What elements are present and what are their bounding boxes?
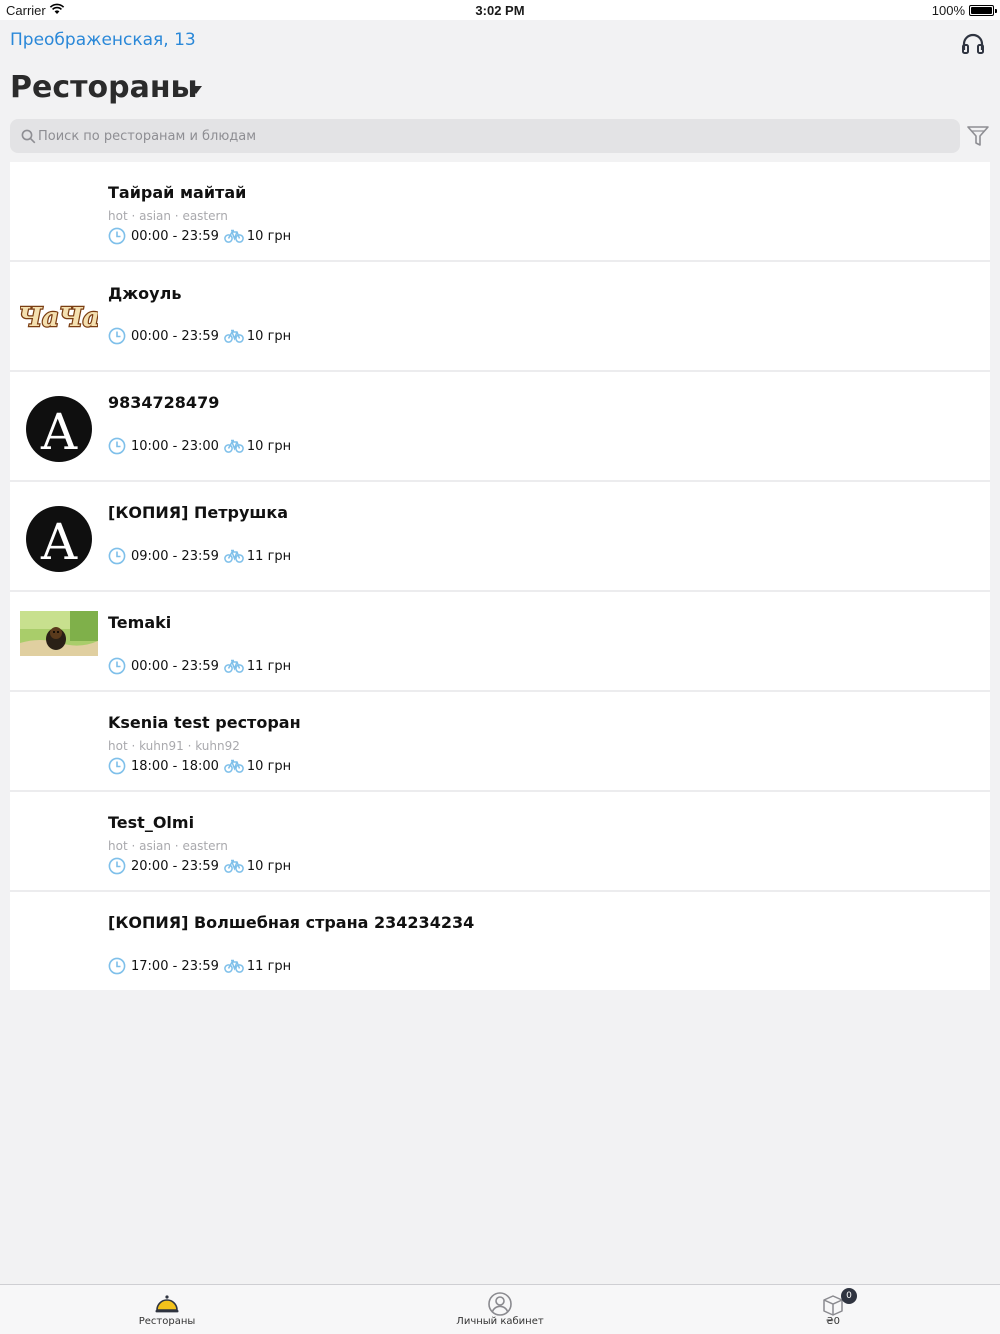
restaurant-hours: 17:00 - 23:59 xyxy=(131,958,219,974)
clock-icon xyxy=(108,757,126,775)
svg-text:A: A xyxy=(40,513,78,571)
cart-count-badge: 0 xyxy=(841,1288,857,1304)
restaurant-row[interactable]: A [КОПИЯ] Петрушка 09:00 - 23:59 11 грн xyxy=(10,482,990,592)
tab-cabinet-label: Личный кабинет xyxy=(456,1316,544,1327)
restaurant-name: [КОПИЯ] Петрушка xyxy=(108,503,289,522)
delivery-price: 10 грн xyxy=(246,328,292,344)
delivery-price: 10 грн xyxy=(246,228,292,244)
tab-cart[interactable]: 0 ₴0 xyxy=(753,1285,913,1334)
restaurant-row[interactable]: ЧаЧа Джоуль 00:00 - 23:59 10 грн xyxy=(10,262,990,372)
delivery-price: 11 грн xyxy=(246,658,292,674)
restaurant-meta: 18:00 - 18:00 10 грн xyxy=(108,757,291,775)
delivery-price: 11 грн xyxy=(246,958,292,974)
restaurant-logo: ЧаЧа xyxy=(17,296,101,338)
delivery-address-link[interactable]: Преображенская, 13 xyxy=(10,30,196,50)
restaurant-logo xyxy=(20,611,98,656)
restaurant-tags: hot · asian · eastern xyxy=(108,209,228,223)
clock-time: 3:02 PM xyxy=(475,3,525,18)
restaurant-meta: 17:00 - 23:59 11 грн xyxy=(108,957,291,975)
delivery-price: 11 грн xyxy=(246,548,292,564)
restaurant-hours: 09:00 - 23:59 xyxy=(131,548,219,564)
restaurant-name: Test_Olmi xyxy=(108,813,195,832)
restaurant-meta: 00:00 - 23:59 11 грн xyxy=(108,657,291,675)
chacha-logo: ЧаЧа xyxy=(17,302,101,335)
battery-icon xyxy=(969,5,997,16)
clock-icon xyxy=(108,227,126,245)
restaurant-name: 9834728479 xyxy=(108,393,220,412)
chevron-down-icon[interactable] xyxy=(190,86,202,94)
restaurant-name: Temaki xyxy=(108,613,172,632)
tab-bar: Рестораны Личный кабинет 0 ₴0 xyxy=(0,1284,1000,1334)
battery-percent: 100% xyxy=(931,3,965,18)
tab-cart-label: ₴0 xyxy=(825,1316,841,1327)
bicycle-icon xyxy=(224,229,244,243)
restaurant-meta: 09:00 - 23:59 11 грн xyxy=(108,547,291,565)
restaurant-list: Тайрай майтай hot · asian · eastern 00:0… xyxy=(10,162,990,990)
bicycle-icon xyxy=(224,659,244,673)
restaurant-row[interactable]: Temaki 00:00 - 23:59 11 грн xyxy=(10,592,990,692)
user-icon xyxy=(488,1292,512,1316)
restaurant-meta: 00:00 - 23:59 10 грн xyxy=(108,327,291,345)
restaurant-logo: A xyxy=(20,394,98,462)
clock-icon xyxy=(108,327,126,345)
delivery-price: 10 грн xyxy=(246,858,292,874)
restaurant-row[interactable]: Тайрай майтай hot · asian · eastern 00:0… xyxy=(10,162,990,262)
headphones-icon[interactable] xyxy=(960,32,986,56)
restaurant-meta: 10:00 - 23:00 10 грн xyxy=(108,437,291,455)
restaurant-row[interactable]: A 9834728479 10:00 - 23:00 10 грн xyxy=(10,372,990,482)
bicycle-icon xyxy=(224,959,244,973)
dog-photo xyxy=(20,611,98,656)
clock-icon xyxy=(108,857,126,875)
clock-icon xyxy=(108,957,126,975)
restaurant-hours: 10:00 - 23:00 xyxy=(131,438,219,454)
clock-icon xyxy=(108,657,126,675)
restaurant-meta: 20:00 - 23:59 10 грн xyxy=(108,857,291,875)
restaurant-name: [КОПИЯ] Волшебная страна 234234234 xyxy=(108,913,475,932)
delivery-price: 10 грн xyxy=(246,438,292,454)
restaurant-tags: hot · kuhn91 · kuhn92 xyxy=(108,739,240,753)
bicycle-icon xyxy=(224,439,244,453)
restaurant-tags: hot · asian · eastern xyxy=(108,839,228,853)
delivery-price: 10 грн xyxy=(246,758,292,774)
clock-icon xyxy=(108,547,126,565)
search-input[interactable] xyxy=(38,119,938,153)
tab-restaurants-label: Рестораны xyxy=(138,1316,196,1327)
restaurant-row[interactable]: Test_Olmi hot · asian · eastern 20:00 - … xyxy=(10,792,990,892)
tab-restaurants[interactable]: Рестораны xyxy=(87,1285,247,1334)
filter-icon[interactable] xyxy=(966,124,990,148)
restaurant-name: Тайрай майтай xyxy=(108,183,247,202)
restaurant-name: Джоуль xyxy=(108,284,182,303)
restaurant-hours: 20:00 - 23:59 xyxy=(131,858,219,874)
restaurant-row[interactable]: Ksenia test ресторан hot · kuhn91 · kuhn… xyxy=(10,692,990,792)
tab-personal-cabinet[interactable]: Личный кабинет xyxy=(420,1285,580,1334)
bicycle-icon xyxy=(224,549,244,563)
status-bar: Carrier 3:02 PM 100% xyxy=(0,0,1000,20)
restaurant-meta: 00:00 - 23:59 10 грн xyxy=(108,227,291,245)
search-bar[interactable] xyxy=(10,119,960,153)
letter-a-logo: A xyxy=(26,506,92,572)
restaurant-row[interactable]: [КОПИЯ] Волшебная страна 234234234 17:00… xyxy=(10,892,990,990)
letter-a-logo: A xyxy=(26,396,92,462)
search-icon xyxy=(21,129,36,144)
restaurant-logo: A xyxy=(20,504,98,572)
restaurant-hours: 00:00 - 23:59 xyxy=(131,328,219,344)
cloche-icon xyxy=(155,1295,179,1313)
svg-text:ЧаЧа: ЧаЧа xyxy=(20,303,98,333)
clock-icon xyxy=(108,437,126,455)
page-title[interactable]: Рестораны xyxy=(10,70,198,105)
restaurant-name: Ksenia test ресторан xyxy=(108,713,301,732)
restaurant-hours: 00:00 - 23:59 xyxy=(131,658,219,674)
restaurant-hours: 18:00 - 18:00 xyxy=(131,758,219,774)
svg-text:A: A xyxy=(40,403,78,461)
restaurant-hours: 00:00 - 23:59 xyxy=(131,228,219,244)
bicycle-icon xyxy=(224,759,244,773)
bicycle-icon xyxy=(224,859,244,873)
bicycle-icon xyxy=(224,329,244,343)
